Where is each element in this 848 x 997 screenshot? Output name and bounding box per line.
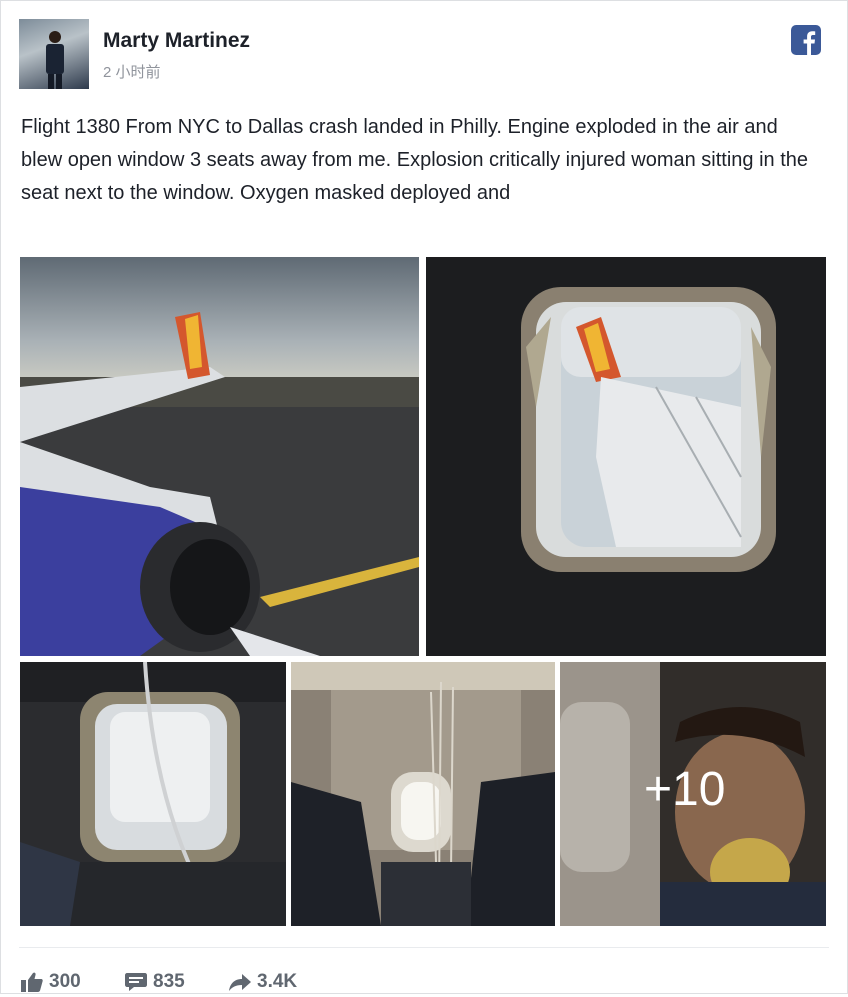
photo-engine[interactable] <box>20 257 419 656</box>
comment-stat[interactable]: 835 <box>125 967 185 997</box>
post-text: Flight 1380 From NYC to Dallas crash lan… <box>21 116 809 204</box>
comment-icon <box>125 973 147 991</box>
photo-broken-window[interactable] <box>426 257 826 656</box>
author-name[interactable]: Marty Martinez <box>103 29 250 53</box>
like-stat[interactable]: 300 <box>21 967 81 997</box>
more-photos-count[interactable]: +10 <box>644 762 725 817</box>
share-count: 3.4K <box>257 971 298 992</box>
thumbs-up-icon <box>21 972 43 992</box>
author-avatar[interactable] <box>19 19 89 89</box>
share-stat[interactable]: 3.4K <box>229 967 297 997</box>
post-timestamp[interactable]: 2 小时前 <box>103 61 161 82</box>
photo-passenger-more[interactable]: +10 <box>560 662 826 926</box>
photo-window-oxygen[interactable] <box>20 662 286 926</box>
photo-cabin-masks[interactable] <box>291 662 555 926</box>
comment-count: 835 <box>153 971 185 992</box>
facebook-post-card: Marty Martinez 2 小时前 Flight 1380 From NY… <box>0 0 848 994</box>
facebook-icon[interactable] <box>791 25 821 55</box>
stats-divider <box>19 947 829 948</box>
person-figure-icon <box>46 31 64 89</box>
like-count: 300 <box>49 971 81 992</box>
share-arrow-icon <box>229 974 251 991</box>
